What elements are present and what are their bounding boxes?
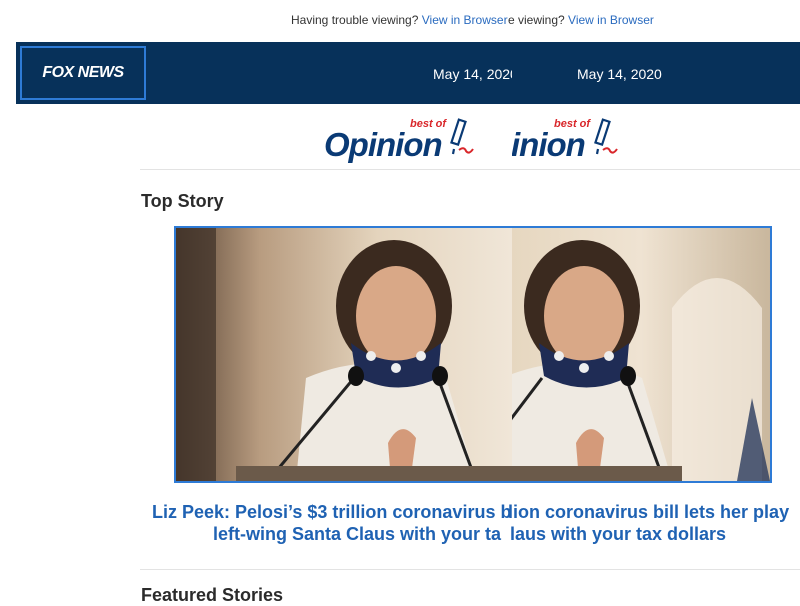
header-date-1: May 14, 2020 [433, 66, 512, 82]
best-of-opinion-logo: best of Opinion [322, 114, 512, 166]
divider [140, 169, 800, 170]
image-left-half [176, 228, 512, 481]
headline-line-1b: lion coronavirus bill lets her play [508, 502, 790, 522]
headline-line-1a: Liz Peek: Pelosi’s $3 trillion coronavir… [152, 502, 510, 522]
headline-line-2a: left-wing Santa Claus with your ta [213, 524, 502, 544]
opinion-word: Opinion [324, 126, 443, 163]
pen-icon-duplicate [594, 118, 618, 155]
preheader-label-duplicate: e viewing? [508, 13, 569, 27]
preheader-text: Having trouble viewing? View in Browser [291, 13, 510, 27]
image-right-half [512, 228, 770, 481]
top-story-image[interactable] [174, 226, 772, 483]
view-in-browser-link-duplicate[interactable]: View in Browser [568, 13, 654, 27]
best-of-opinion-logo-duplicate: best of inion [512, 114, 632, 166]
headline-line-2b: laus with your tax dollars [510, 524, 727, 544]
top-story-heading: Top Story [141, 191, 224, 211]
pen-icon [450, 118, 474, 155]
date-clipped: May 14, 2020 [433, 60, 512, 90]
view-in-browser-link[interactable]: View in Browser [422, 13, 508, 27]
opinion-word-duplicate: inion [512, 126, 586, 163]
top-story-headline[interactable]: Liz Peek: Pelosi’s $3 trillion coronavir… [140, 500, 800, 550]
divider-2 [140, 569, 800, 570]
header-date-2: May 14, 2020 [577, 66, 662, 82]
preheader-text-duplicate: e viewing? View in Browser [508, 13, 654, 27]
featured-stories-heading: Featured Stories [141, 585, 284, 605]
fox-news-logo[interactable]: FOX NEWS [20, 46, 146, 100]
preheader-label: Having trouble viewing? [291, 13, 422, 27]
fox-news-logo-text: FOX NEWS [42, 64, 124, 81]
